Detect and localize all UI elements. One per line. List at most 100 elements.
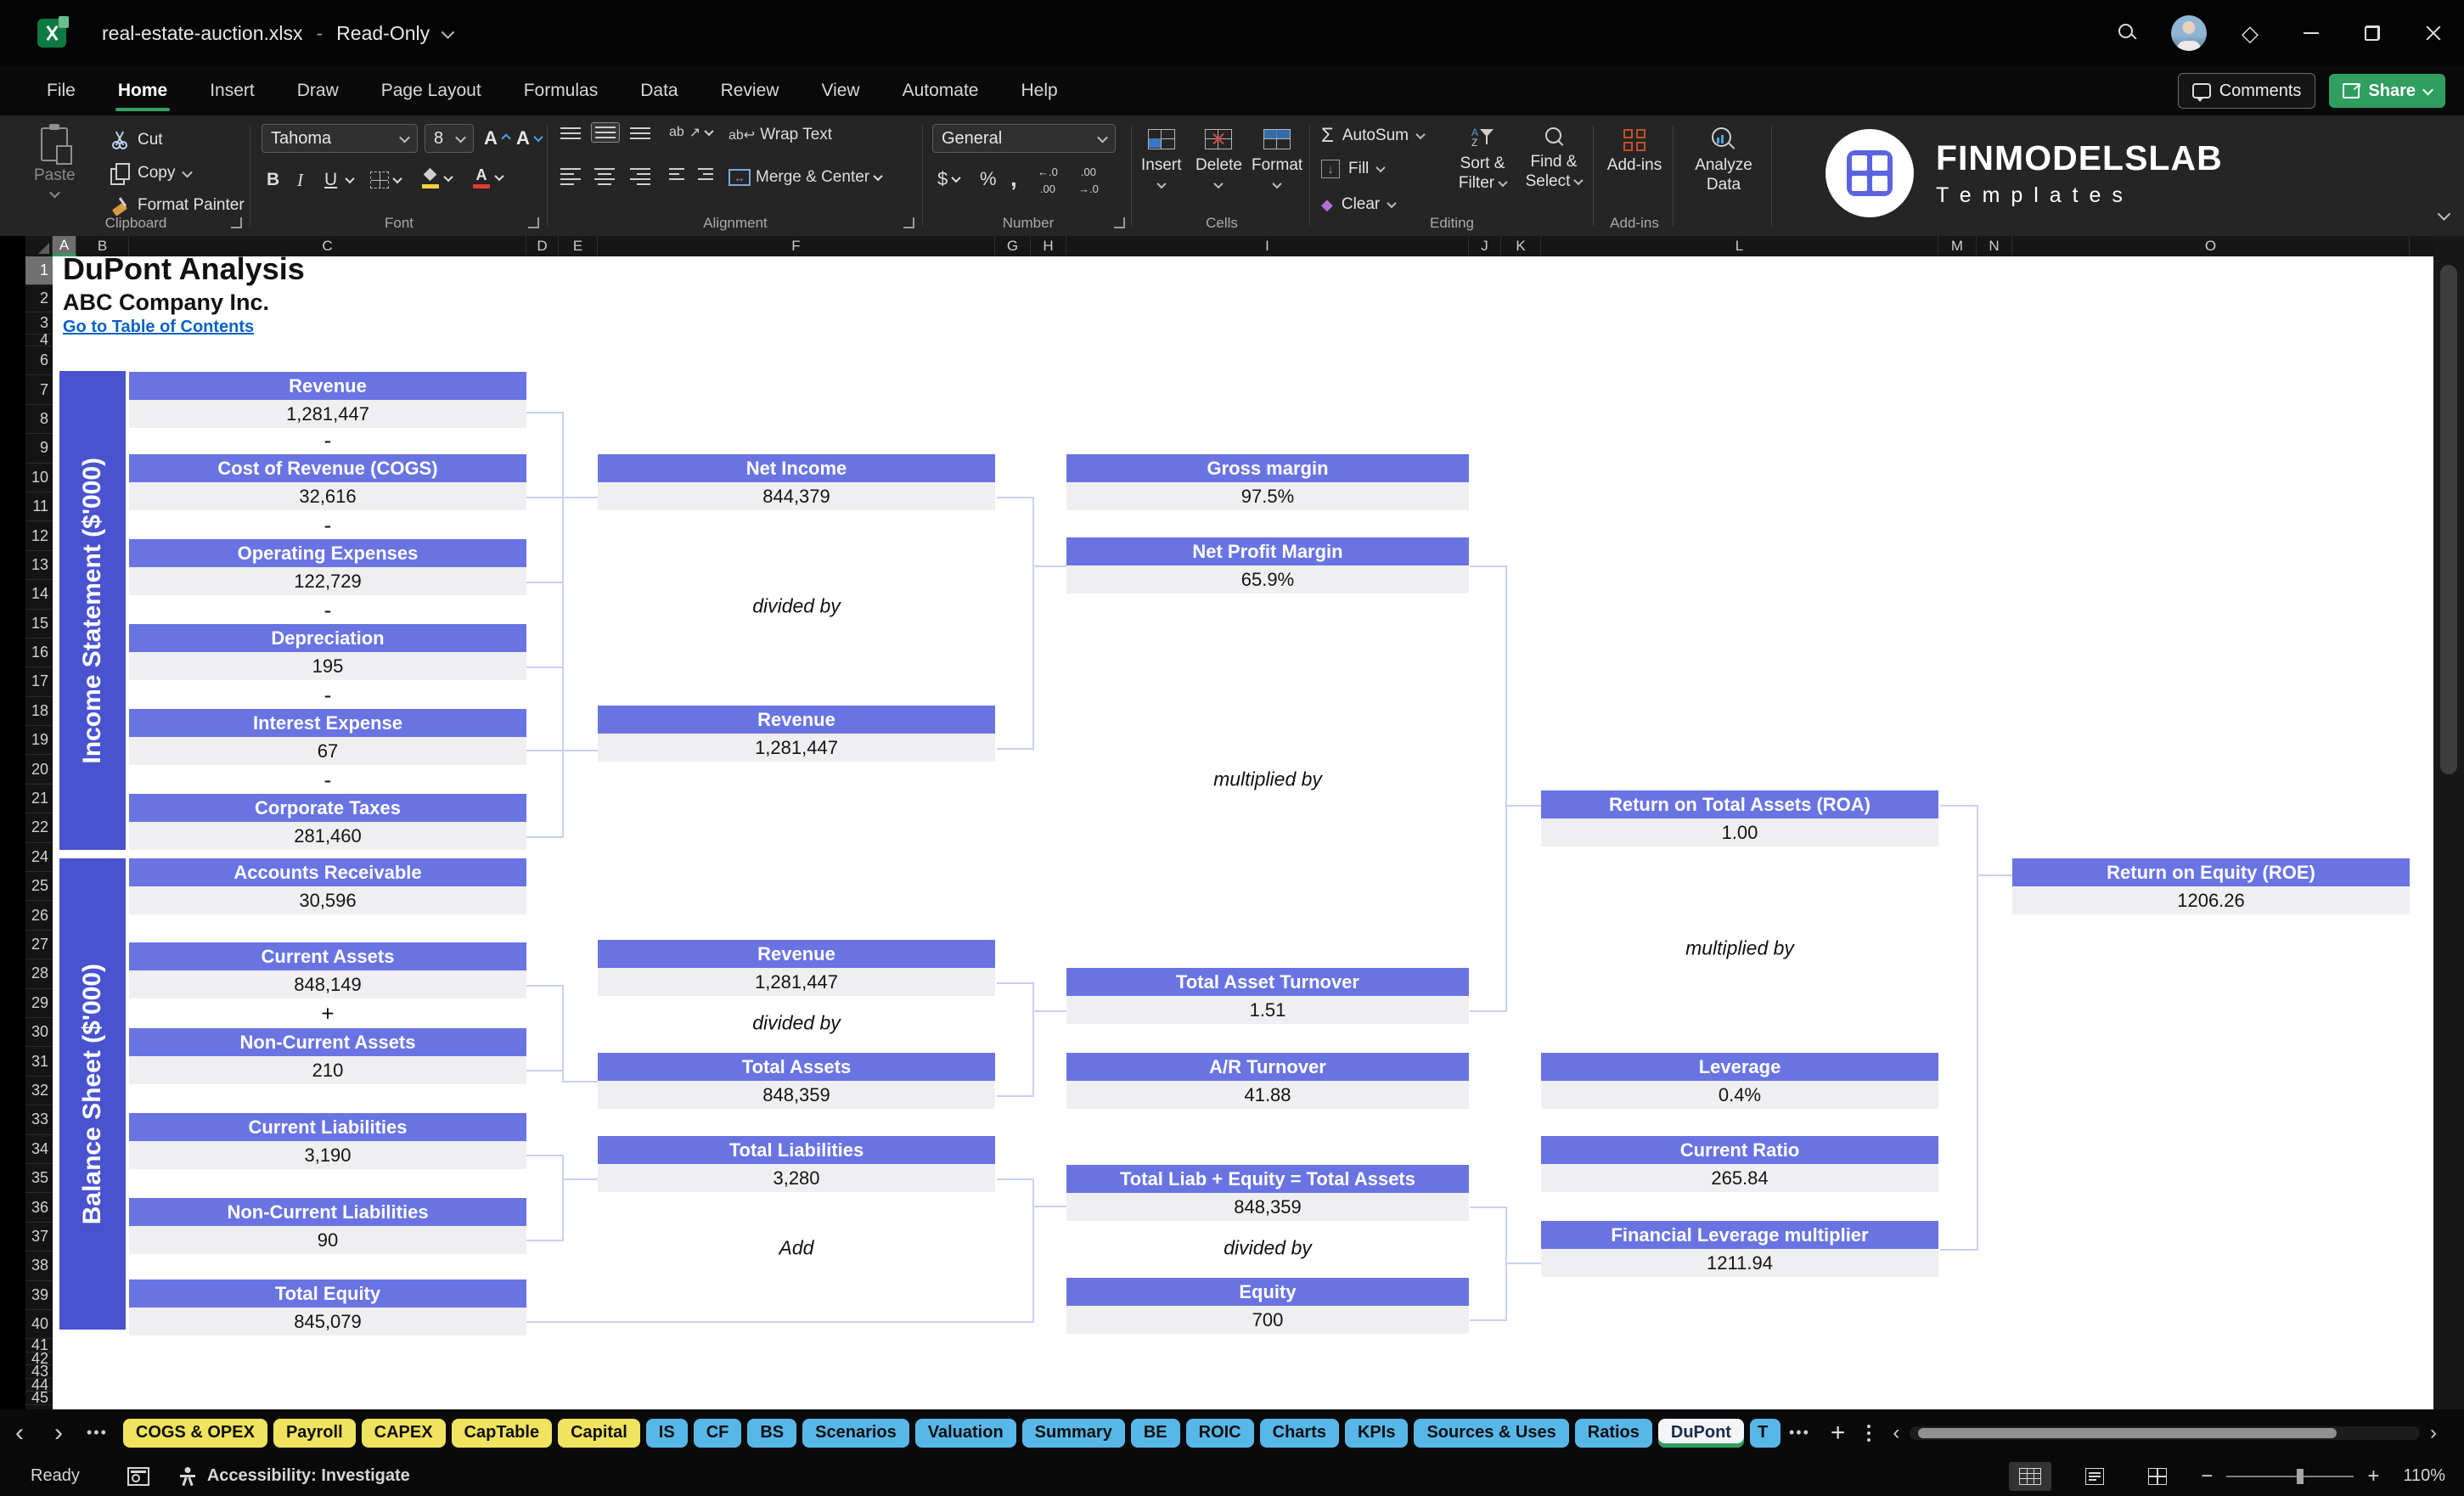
row-header-34[interactable]: 34 [25, 1135, 53, 1164]
flow-box-current-assets[interactable]: Current Assets848,149 [129, 942, 526, 998]
grow-font-button[interactable]: A [484, 127, 509, 149]
ribbon-tab-insert[interactable]: Insert [188, 66, 276, 115]
flow-box-revenue[interactable]: Revenue1,281,447 [129, 372, 526, 428]
column-header-E[interactable]: E [559, 236, 598, 256]
sheet-tab-roic[interactable]: ROIC [1186, 1419, 1254, 1448]
accessibility-status[interactable]: Accessibility: Investigate [207, 1466, 410, 1486]
flow-box-accounts-receivable[interactable]: Accounts Receivable30,596 [129, 858, 526, 914]
row-header-18[interactable]: 18 [25, 697, 53, 726]
sheet-tab-is[interactable]: IS [646, 1419, 688, 1448]
sheet-nav-right-icon[interactable]: › [39, 1420, 78, 1446]
accounting-format-button[interactable]: $ [937, 168, 959, 190]
font-dialog-launcher-icon[interactable] [528, 217, 539, 228]
normal-view-button[interactable] [2009, 1462, 2051, 1491]
page-layout-view-button[interactable] [2075, 1462, 2114, 1491]
flow-box-return-on-equity-roe[interactable]: Return on Equity (ROE)1206.26 [2012, 858, 2410, 914]
underline-options-chevron-icon[interactable] [346, 177, 353, 183]
flow-box-return-on-total-assets-roa[interactable]: Return on Total Assets (ROA)1.00 [1541, 790, 1938, 846]
read-only-chevron-icon[interactable] [442, 25, 455, 39]
ribbon-tab-home[interactable]: Home [97, 66, 188, 115]
vertical-scrollbar-thumb[interactable] [2440, 265, 2457, 774]
fill-color-button[interactable] [421, 168, 452, 188]
column-header-N[interactable]: N [1977, 236, 2012, 256]
flow-box-total-liab-equity-total-assets[interactable]: Total Liab + Equity = Total Assets848,35… [1066, 1165, 1469, 1221]
sheet-tab-valuation[interactable]: Valuation [915, 1419, 1016, 1448]
account-button[interactable] [2158, 0, 2219, 66]
fill-button[interactable]: ↓ Fill [1321, 160, 1384, 178]
column-header-O[interactable]: O [2012, 236, 2410, 256]
row-header-2[interactable]: 2 [25, 285, 53, 312]
flow-box-current-liabilities[interactable]: Current Liabilities3,190 [129, 1113, 526, 1169]
italic-button[interactable]: I [297, 170, 303, 191]
flow-box-interest-expense[interactable]: Interest Expense67 [129, 709, 526, 765]
operator-plus[interactable]: + [321, 1001, 334, 1027]
row-header-26[interactable]: 26 [25, 901, 53, 930]
font-name-select[interactable]: Tahoma [262, 124, 418, 153]
ribbon-tab-page-layout[interactable]: Page Layout [360, 66, 503, 115]
operator-mul2[interactable]: multiplied by [1685, 937, 1794, 960]
copy-button[interactable]: Copy [110, 163, 191, 183]
analyze-data-button[interactable]: AnalyzeData [1686, 127, 1761, 195]
row-header-38[interactable]: 38 [25, 1251, 53, 1280]
hscroll-left-icon[interactable]: ‹ [1889, 1423, 1903, 1443]
restore-button[interactable] [2342, 0, 2403, 66]
macro-record-icon[interactable] [127, 1467, 149, 1486]
horizontal-scrollbar-track[interactable] [1910, 1426, 2420, 1440]
delete-cells-button[interactable]: Delete [1195, 129, 1242, 188]
sheet-tab-capital[interactable]: Capital [558, 1419, 640, 1448]
sheet-nav-left-icon[interactable]: ‹ [0, 1420, 39, 1446]
zoom-out-button[interactable]: − [2201, 1466, 2213, 1487]
sheet-tab-cogs-opex[interactable]: COGS & OPEX [123, 1419, 267, 1448]
operator-m5[interactable]: - [324, 768, 332, 794]
shrink-font-button[interactable]: A [516, 127, 542, 149]
comma-style-button[interactable]: , [1010, 165, 1017, 192]
flow-box-revenue[interactable]: Revenue1,281,447 [598, 706, 995, 762]
row-header-31[interactable]: 31 [25, 1047, 53, 1076]
sheet-tab-summary[interactable]: Summary [1022, 1419, 1125, 1448]
flow-box-gross-margin[interactable]: Gross margin97.5% [1066, 454, 1469, 510]
row-header-19[interactable]: 19 [25, 726, 53, 755]
operator-m1[interactable]: - [324, 428, 332, 454]
bold-button[interactable]: B [267, 170, 279, 190]
flow-box-total-equity[interactable]: Total Equity845,079 [129, 1279, 526, 1336]
zoom-in-button[interactable]: + [2367, 1466, 2379, 1487]
number-dialog-launcher-icon[interactable] [1114, 217, 1125, 228]
read-only-badge[interactable]: Read-Only [336, 22, 430, 45]
ribbon-tab-automate[interactable]: Automate [881, 66, 1000, 115]
row-header-16[interactable]: 16 [25, 638, 53, 667]
add-sheet-button[interactable]: + [1819, 1419, 1858, 1448]
increase-decimal-button[interactable]: ←.0.00 [1038, 166, 1058, 194]
sheet-tab-captable[interactable]: CapTable [452, 1419, 553, 1448]
ribbon-tab-data[interactable]: Data [619, 66, 699, 115]
merge-center-button[interactable]: ↔ Merge & Center [729, 168, 881, 187]
row-header-25[interactable]: 25 [25, 872, 53, 901]
font-size-select[interactable]: 8 [425, 124, 474, 153]
decrease-indent-button[interactable] [669, 168, 684, 180]
decrease-decimal-button[interactable]: .00→.0 [1078, 166, 1099, 194]
row-header-30[interactable]: 30 [25, 1018, 53, 1047]
row-header-21[interactable]: 21 [25, 785, 53, 813]
sheet-tab-charts[interactable]: Charts [1260, 1419, 1339, 1448]
close-button[interactable] [2403, 0, 2464, 66]
table-of-contents-link[interactable]: Go to Table of Contents [63, 318, 254, 337]
operator-m2[interactable]: - [324, 513, 332, 539]
ribbon-tab-file[interactable]: File [25, 66, 97, 115]
font-color-button[interactable]: A [472, 166, 503, 188]
percent-style-button[interactable]: % [980, 168, 997, 190]
row-header-35[interactable]: 35 [25, 1164, 53, 1193]
flow-box-current-ratio[interactable]: Current Ratio265.84 [1541, 1136, 1938, 1192]
increase-indent-button[interactable] [698, 168, 713, 180]
sheet-tab-scenarios[interactable]: Scenarios [802, 1419, 909, 1448]
insert-cells-button[interactable]: Insert [1141, 129, 1182, 188]
sheet-more-tabs-right-icon[interactable]: ••• [1780, 1424, 1819, 1442]
sheet-tab-bs[interactable]: BS [747, 1419, 796, 1448]
row-header-17[interactable]: 17 [25, 667, 53, 696]
operator-m4[interactable]: - [324, 683, 332, 709]
sheet-tab-payroll[interactable]: Payroll [273, 1419, 356, 1448]
format-painter-button[interactable]: Format Painter [110, 195, 245, 216]
autosum-button[interactable]: Σ AutoSum [1321, 126, 1424, 146]
share-button[interactable]: ↗ Share [2329, 74, 2445, 108]
flow-box-equity[interactable]: Equity700 [1066, 1278, 1469, 1334]
column-header-L[interactable]: L [1541, 236, 1938, 256]
row-header-1[interactable]: 1 [25, 256, 53, 285]
